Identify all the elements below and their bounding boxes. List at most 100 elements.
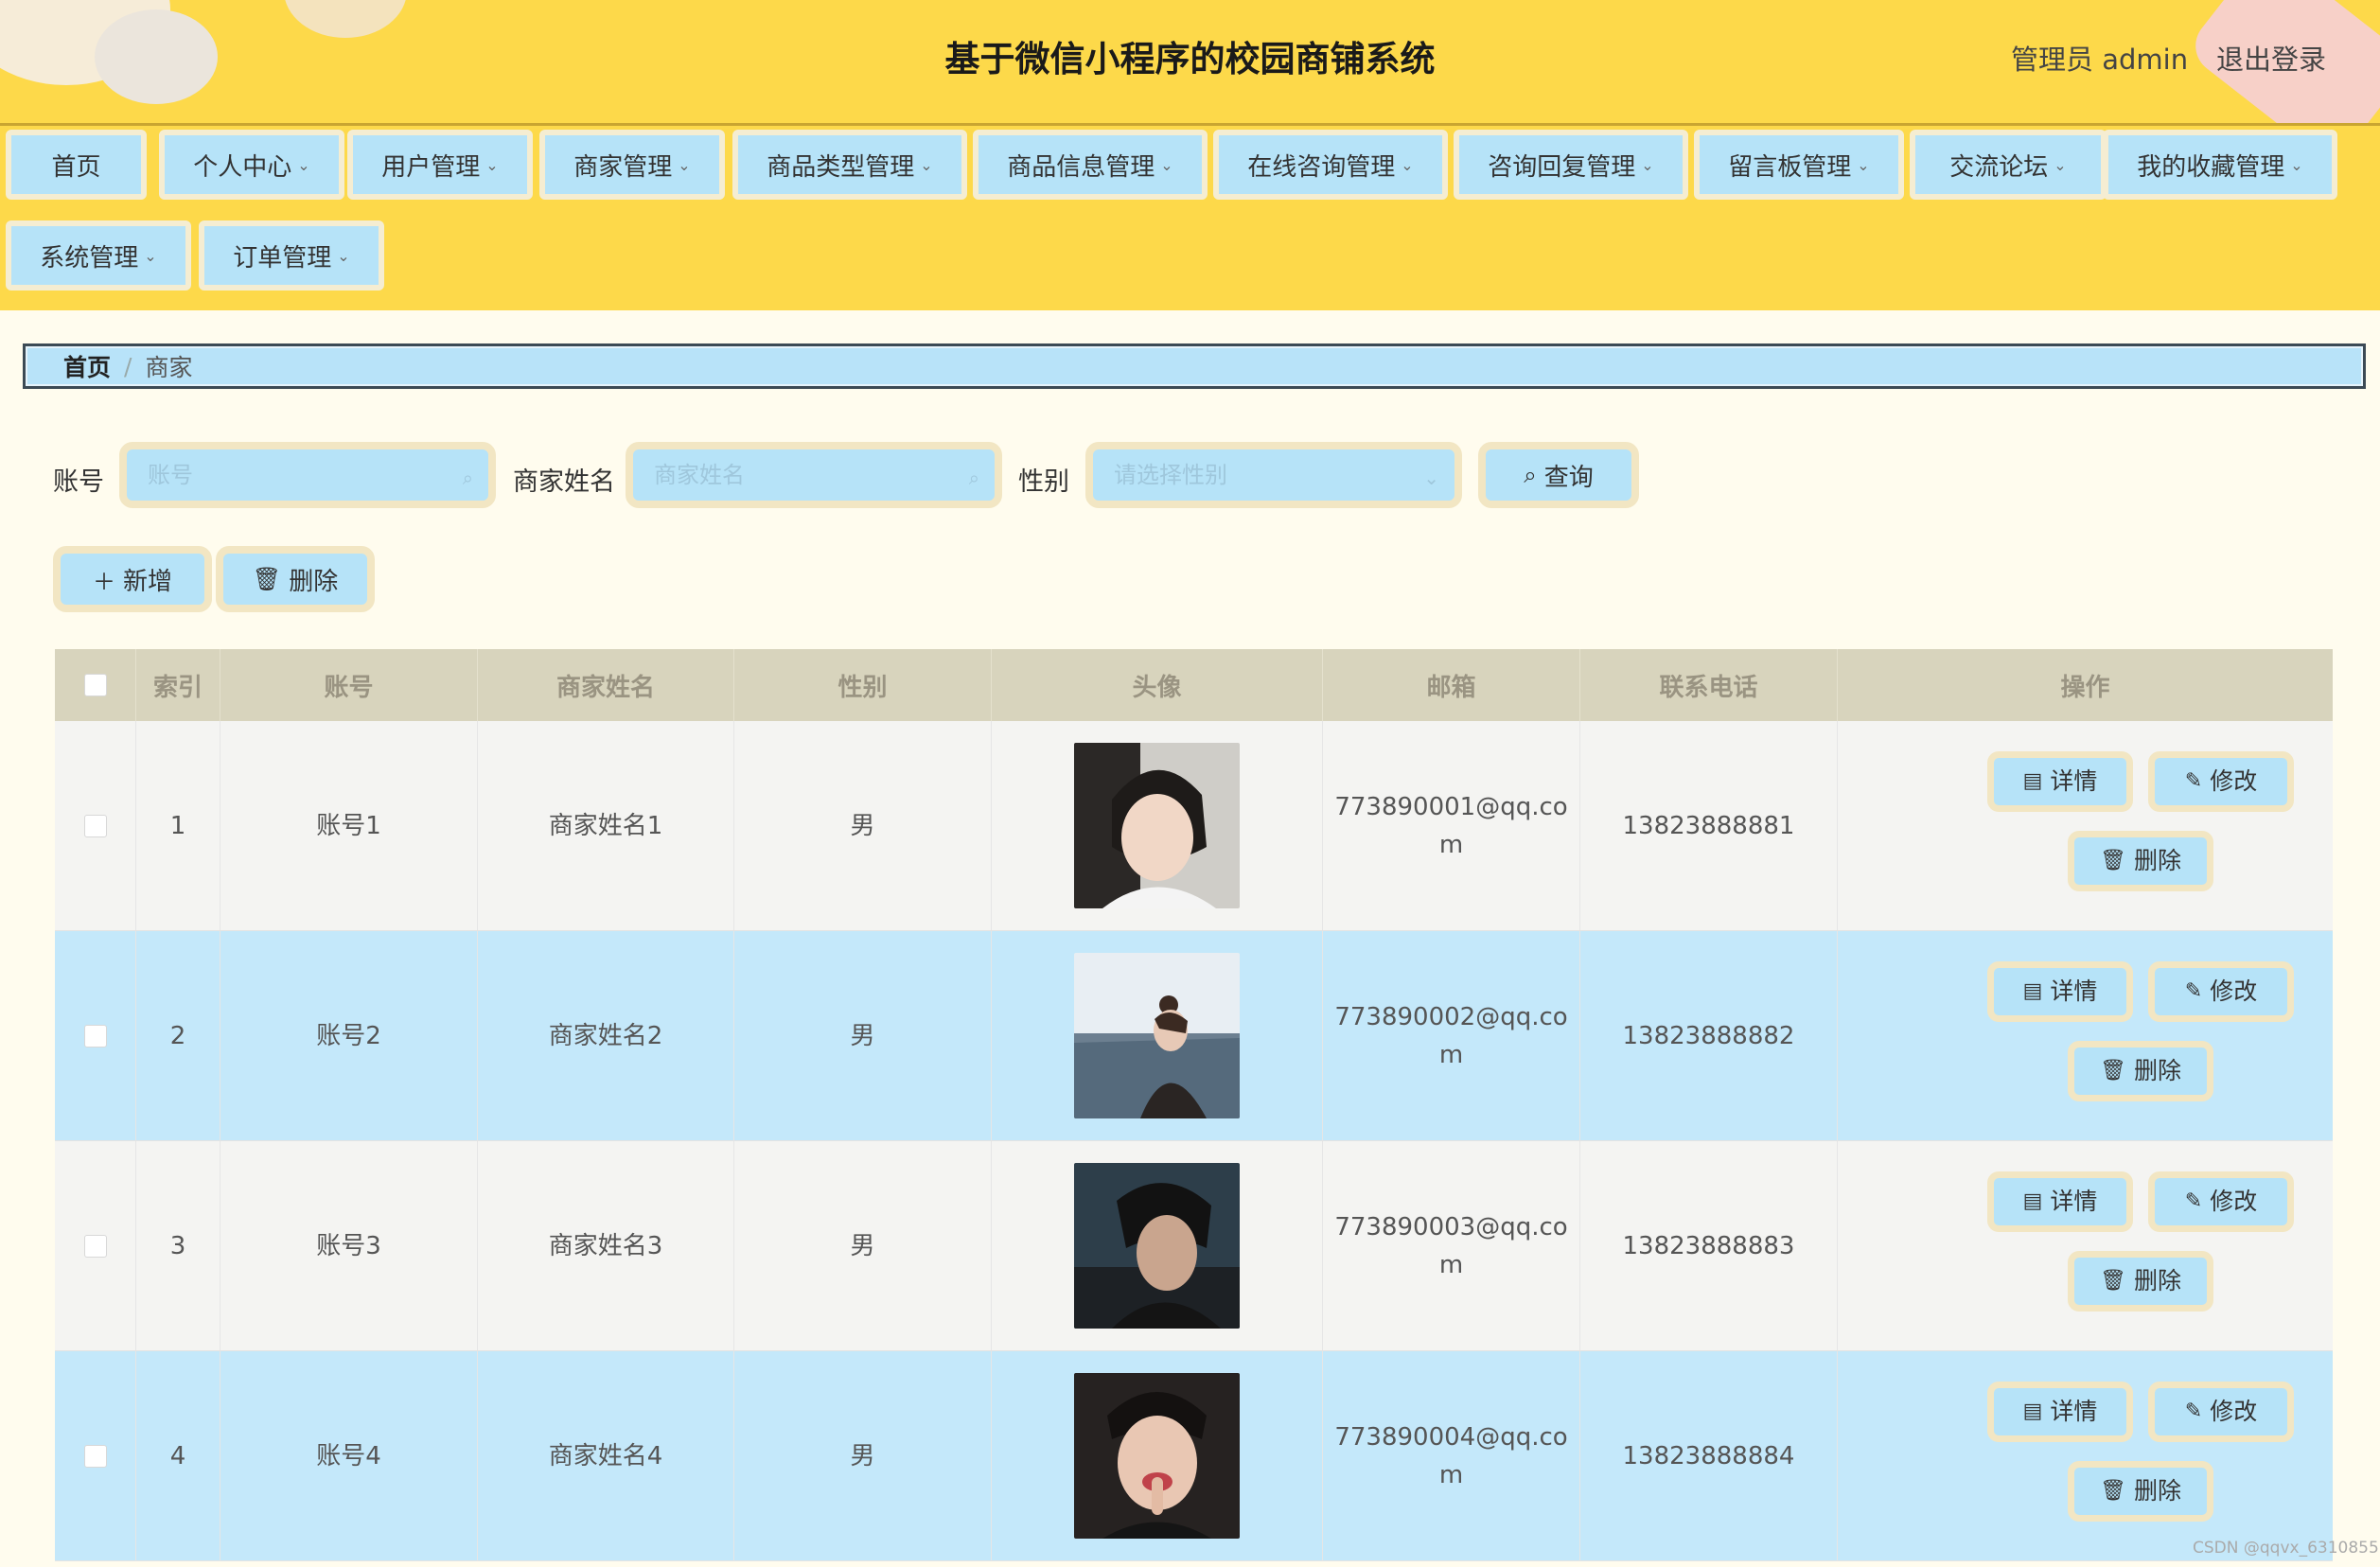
detail-button[interactable]: ▤ 详情 bbox=[1987, 751, 2133, 812]
trash-icon: 🗑 bbox=[2100, 849, 2126, 872]
nav-item-forum[interactable]: 交流论坛 ⌄ bbox=[1910, 130, 2107, 200]
nav-item-label: 商品信息管理 bbox=[1007, 152, 1155, 182]
column-header: 邮箱 bbox=[1323, 649, 1580, 721]
nav-item-replies[interactable]: 咨询回复管理 ⌄ bbox=[1454, 130, 1688, 200]
edit-icon: ✎ bbox=[2184, 1189, 2203, 1213]
account-input[interactable] bbox=[146, 461, 424, 489]
document-icon: ▤ bbox=[2022, 979, 2043, 1003]
delete-button[interactable]: 🗑 删除 bbox=[2068, 1251, 2213, 1312]
chevron-down-icon: ⌄ bbox=[2290, 155, 2303, 174]
edit-button[interactable]: ✎ 修改 bbox=[2148, 1171, 2294, 1232]
detail-button[interactable]: ▤ 详情 bbox=[1987, 961, 2133, 1022]
actions-cell: ▤ 详情 ✎ 修改 🗑 删除 bbox=[1838, 931, 2333, 1140]
gender-cell: 男 bbox=[734, 1351, 992, 1560]
nav-item-label: 留言板管理 bbox=[1728, 152, 1852, 182]
logout-link[interactable]: 退出登录 bbox=[2216, 38, 2326, 78]
gender-cell: 男 bbox=[734, 931, 992, 1140]
email-text: 773890004@qq.co bbox=[1334, 1422, 1568, 1452]
account-label: 账号 bbox=[53, 467, 104, 497]
query-button[interactable]: ⌕ 查询 bbox=[1478, 442, 1639, 508]
nav-item-product-types[interactable]: 商品类型管理 ⌄ bbox=[732, 130, 967, 200]
detail-label: 详情 bbox=[2050, 977, 2098, 1005]
nav-item-users[interactable]: 用户管理 ⌄ bbox=[347, 130, 533, 200]
account-cell: 账号3 bbox=[220, 1141, 478, 1350]
edit-button[interactable]: ✎ 修改 bbox=[2148, 961, 2294, 1022]
table-row: 1 账号1 商家姓名1 男 773890001@qq.co m 13823888… bbox=[55, 721, 2333, 931]
column-header: 联系电话 bbox=[1580, 649, 1838, 721]
account-search-field[interactable]: ⌕ bbox=[119, 442, 496, 508]
row-checkbox[interactable] bbox=[83, 814, 107, 837]
delete-button[interactable]: 🗑 删除 bbox=[2068, 831, 2213, 891]
row-checkbox[interactable] bbox=[83, 1024, 107, 1048]
batch-delete-button[interactable]: 🗑 删除 bbox=[216, 546, 375, 612]
column-header: 索引 bbox=[136, 649, 220, 721]
nav-item-home[interactable]: 首页 bbox=[6, 130, 147, 200]
add-button-label: 新增 bbox=[122, 567, 172, 596]
chevron-down-icon: ⌄ bbox=[1857, 155, 1870, 174]
chevron-down-icon: ⌄ bbox=[1423, 467, 1439, 489]
plus-icon: ＋ bbox=[92, 568, 115, 595]
merchant-name-input[interactable] bbox=[652, 461, 930, 489]
chevron-down-icon: ⌄ bbox=[1401, 155, 1414, 174]
nav-item-label: 系统管理 bbox=[40, 243, 139, 273]
top-header: 基于微信小程序的校园商铺系统 管理员 admin 退出登录 bbox=[0, 0, 2380, 126]
nav-item-system[interactable]: 系统管理 ⌄ bbox=[6, 220, 191, 291]
delete-label: 删除 bbox=[2133, 847, 2181, 874]
select-all-checkbox[interactable] bbox=[83, 674, 107, 696]
nav-item-guestbook[interactable]: 留言板管理 ⌄ bbox=[1694, 130, 1904, 200]
nav-item-label: 商家管理 bbox=[573, 152, 673, 182]
chevron-down-icon: ⌄ bbox=[678, 155, 691, 174]
merchant-name-search-field[interactable]: ⌕ bbox=[626, 442, 1002, 508]
gender-select-input[interactable] bbox=[1112, 461, 1390, 489]
email-cell: 773890004@qq.co m bbox=[1323, 1351, 1580, 1560]
nav-item-label: 交流论坛 bbox=[1949, 152, 2049, 182]
email-text: 773890002@qq.co bbox=[1334, 1002, 1568, 1031]
delete-button[interactable]: 🗑 删除 bbox=[2068, 1461, 2213, 1522]
edit-button[interactable]: ✎ 修改 bbox=[2148, 1382, 2294, 1442]
edit-label: 修改 bbox=[2210, 1398, 2258, 1425]
delete-label: 删除 bbox=[2133, 1477, 2181, 1505]
header-select-cell bbox=[55, 649, 136, 721]
row-checkbox[interactable] bbox=[83, 1444, 107, 1468]
breadcrumb-home[interactable]: 首页 bbox=[63, 349, 111, 383]
detail-button[interactable]: ▤ 详情 bbox=[1987, 1171, 2133, 1232]
trash-icon: 🗑 bbox=[2100, 1479, 2126, 1503]
email-text: 773890003@qq.co bbox=[1334, 1212, 1568, 1241]
detail-button[interactable]: ▤ 详情 bbox=[1987, 1382, 2133, 1442]
phone-cell: 13823888883 bbox=[1580, 1141, 1838, 1350]
nav-item-label: 用户管理 bbox=[381, 152, 481, 182]
email-text: 773890001@qq.co bbox=[1334, 792, 1568, 821]
index-cell: 1 bbox=[136, 721, 220, 930]
gender-label: 性别 bbox=[1018, 467, 1069, 497]
delete-label: 删除 bbox=[2133, 1267, 2181, 1294]
document-icon: ▤ bbox=[2022, 769, 2043, 793]
nav-item-personal[interactable]: 个人中心 ⌄ bbox=[159, 130, 344, 200]
gender-cell: 男 bbox=[734, 721, 992, 930]
delete-button[interactable]: 🗑 删除 bbox=[2068, 1041, 2213, 1101]
add-button[interactable]: ＋ 新增 bbox=[53, 546, 212, 612]
phone-cell: 13823888882 bbox=[1580, 931, 1838, 1140]
actions-cell: ▤ 详情 ✎ 修改 🗑 删除 bbox=[1838, 1351, 2333, 1560]
avatar-cell bbox=[992, 1141, 1323, 1350]
query-button-label: 查询 bbox=[1543, 463, 1594, 492]
nav-item-merchants[interactable]: 商家管理 ⌄ bbox=[539, 130, 725, 200]
account-cell: 账号2 bbox=[220, 931, 478, 1140]
avatar bbox=[1074, 1373, 1240, 1539]
nav-item-orders[interactable]: 订单管理 ⌄ bbox=[199, 220, 384, 291]
document-icon: ▤ bbox=[2022, 1189, 2043, 1213]
nav-item-products[interactable]: 商品信息管理 ⌄ bbox=[973, 130, 1208, 200]
chevron-down-icon: ⌄ bbox=[1160, 155, 1173, 174]
nav-item-label: 咨询回复管理 bbox=[1488, 152, 1636, 182]
gender-select[interactable]: ⌄ bbox=[1085, 442, 1462, 508]
account-cell: 账号1 bbox=[220, 721, 478, 930]
row-checkbox[interactable] bbox=[83, 1234, 107, 1258]
nav-item-consult[interactable]: 在线咨询管理 ⌄ bbox=[1213, 130, 1448, 200]
edit-button[interactable]: ✎ 修改 bbox=[2148, 751, 2294, 812]
nav-item-favorites[interactable]: 我的收藏管理 ⌄ bbox=[2103, 130, 2337, 200]
nav-item-label: 订单管理 bbox=[233, 243, 332, 273]
table-row: 4 账号4 商家姓名4 男 773890004@qq.co m 13823888… bbox=[55, 1351, 2333, 1561]
detail-label: 详情 bbox=[2050, 1188, 2098, 1215]
detail-label: 详情 bbox=[2050, 767, 2098, 795]
table-row: 3 账号3 商家姓名3 男 773890003@qq.co m 13823888… bbox=[55, 1141, 2333, 1351]
breadcrumb-current: 商家 bbox=[145, 354, 193, 381]
